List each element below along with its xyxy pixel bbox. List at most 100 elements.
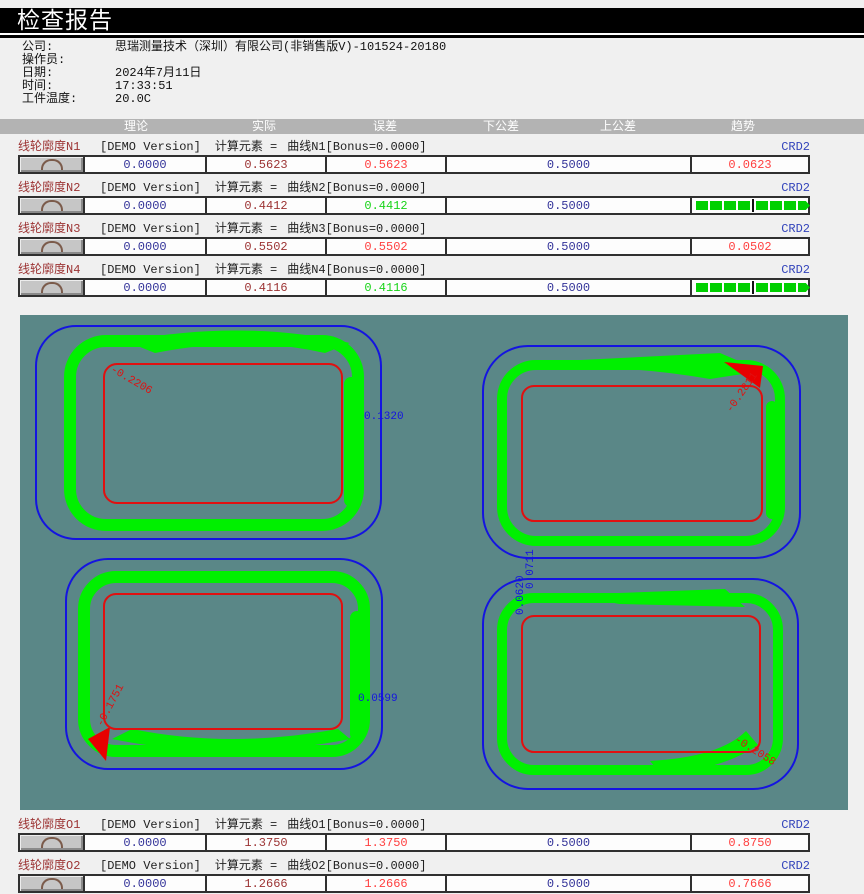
calc-element-label: 计算元素 = — [215, 140, 277, 155]
trend-cell: 0.0623 — [690, 157, 808, 172]
demo-version-tag: [DEMO Version] — [100, 818, 201, 833]
actual-cell: 0.4116 — [205, 280, 325, 295]
report-info-block: 公司:思瑞测量技术（深圳）有限公司(非销售版V)-101524-20180 操作… — [0, 38, 864, 106]
measurement-row-n3: 线轮廓度N3 [DEMO Version] 计算元素 = 曲线N3[Bonus=… — [18, 222, 810, 256]
profile-graph-button[interactable] — [20, 198, 83, 213]
calc-element-value: 曲线O1[Bonus=0.0000] — [287, 818, 426, 833]
page-title: 检查报告 — [0, 8, 113, 35]
measurement-row-o2: 线轮廓度O2 [DEMO Version] 计算元素 = 曲线O2[Bonus=… — [18, 859, 810, 893]
info-company: 公司:思瑞测量技术（深圳）有限公司(非销售版V)-101524-20180 — [22, 41, 864, 54]
calc-element-value: 曲线N4[Bonus=0.0000] — [287, 263, 426, 278]
deviation-band-bulge — [565, 589, 745, 607]
error-cell: 0.5502 — [325, 239, 445, 254]
arc-icon — [41, 200, 63, 211]
trend-bar — [696, 281, 804, 294]
feature-name: 线轮廓度N4 — [18, 263, 100, 278]
feature-name: 线轮廓度O1 — [18, 818, 100, 833]
arc-icon — [41, 241, 63, 252]
feature-name: 线轮廓度N2 — [18, 181, 100, 196]
measurement-row-n4: 线轮廓度N4 [DEMO Version] 计算元素 = 曲线N4[Bonus=… — [18, 263, 810, 297]
profile-graph-svg: -0.2206 0.1320 -0.2811 0.0711 — [20, 315, 848, 810]
error-cell: 0.4116 — [325, 280, 445, 295]
actual-cell: 1.2666 — [205, 876, 325, 891]
nominal-outline — [522, 616, 760, 752]
theory-cell: 0.0000 — [83, 157, 205, 172]
calc-element-value: 曲线N2[Bonus=0.0000] — [287, 181, 426, 196]
calc-element-label: 计算元素 = — [215, 859, 277, 874]
feature-name: 线轮廓度N1 — [18, 140, 100, 155]
arc-icon — [41, 282, 63, 293]
theory-cell: 0.0000 — [83, 835, 205, 850]
profile-panel-top-left: -0.2206 0.1320 — [36, 326, 404, 539]
theory-cell: 0.0000 — [83, 280, 205, 295]
nominal-outline — [104, 594, 342, 729]
company-value: 思瑞测量技术（深圳）有限公司(非销售版V)-101524-20180 — [115, 40, 446, 54]
outer-tolerance-outline — [36, 326, 381, 539]
max-deviation-label: 0.0599 — [358, 693, 398, 705]
feature-name: 线轮廓度O2 — [18, 859, 100, 874]
demo-version-tag: [DEMO Version] — [100, 181, 201, 196]
column-error: 误差 — [373, 120, 397, 134]
profile-graph-button[interactable] — [20, 835, 83, 850]
coord-system-code: CRD2 — [781, 263, 810, 278]
inspection-report-page: 检查报告 公司:思瑞测量技术（深圳）有限公司(非销售版V)-101524-201… — [0, 8, 864, 894]
column-theory: 理论 — [124, 120, 148, 134]
max-deviation-label: 0.1320 — [364, 411, 404, 423]
calc-element-label: 计算元素 = — [215, 181, 277, 196]
trend-bar — [696, 199, 804, 212]
tolerance-cell: 0.5000 — [445, 876, 690, 891]
profile-graph-button[interactable] — [20, 280, 83, 295]
actual-cell: 0.5502 — [205, 239, 325, 254]
actual-cell: 0.4412 — [205, 198, 325, 213]
profile-panel-top-right: -0.2811 0.0711 — [483, 346, 800, 589]
tolerance-cell: 0.5000 — [445, 157, 690, 172]
theory-cell: 0.0000 — [83, 239, 205, 254]
min-deviation-label: -0.1751 — [95, 682, 127, 729]
deviation-band-bulge — [125, 330, 350, 353]
profile-graph-button[interactable] — [20, 876, 83, 891]
profile-panel-bottom-left: -0.1751 0.0599 — [66, 559, 398, 769]
trend-cell: 0.8750 — [690, 835, 808, 850]
measurement-row-n1: 线轮廓度N1 [DEMO Version] 计算元素 = 曲线N1[Bonus=… — [18, 140, 810, 174]
profile-deviation-graph: -0.2206 0.1320 -0.2811 0.0711 — [20, 315, 848, 810]
temperature-value: 20.0C — [115, 92, 151, 106]
column-actual: 实际 — [252, 120, 276, 134]
arc-icon — [41, 878, 63, 889]
min-deviation-label: -0.2206 — [108, 364, 154, 398]
error-cell: 1.3750 — [325, 835, 445, 850]
measurement-row-o1: 线轮廓度O1 [DEMO Version] 计算元素 = 曲线O1[Bonus=… — [18, 818, 810, 852]
profile-graph-button[interactable] — [20, 239, 83, 254]
tolerance-cell: 0.5000 — [445, 280, 690, 295]
trend-cell — [690, 280, 808, 295]
demo-version-tag: [DEMO Version] — [100, 263, 201, 278]
deviation-band-bulge — [350, 611, 364, 741]
calc-element-value: 曲线N3[Bonus=0.0000] — [287, 222, 426, 237]
arc-icon — [41, 837, 63, 848]
deviation-band-bulge — [344, 377, 359, 507]
bottom-measurement-table: 线轮廓度O1 [DEMO Version] 计算元素 = 曲线O1[Bonus=… — [0, 818, 864, 893]
coord-system-code: CRD2 — [781, 859, 810, 874]
error-cell: 1.2666 — [325, 876, 445, 891]
calc-element-label: 计算元素 = — [215, 818, 277, 833]
theory-cell: 0.0000 — [83, 198, 205, 213]
date-value: 2024年7月11日 — [115, 66, 201, 80]
tolerance-cell: 0.5000 — [445, 239, 690, 254]
column-header-bar: 理论 实际 误差 下公差 上公差 趋势 — [0, 119, 864, 134]
profile-graph-button[interactable] — [20, 157, 83, 172]
calc-element-label: 计算元素 = — [215, 222, 277, 237]
column-lower-tol: 下公差 — [483, 120, 519, 134]
min-deviation-label: -0.2811 — [724, 370, 761, 415]
theory-cell: 0.0000 — [83, 876, 205, 891]
actual-cell: 1.3750 — [205, 835, 325, 850]
outer-tolerance-outline — [483, 579, 798, 789]
temperature-label: 工件温度: — [22, 93, 115, 106]
tolerance-cell: 0.5000 — [445, 835, 690, 850]
trend-cell — [690, 198, 808, 213]
time-value: 17:33:51 — [115, 79, 173, 93]
info-temperature: 工件温度:20.0C — [22, 93, 864, 106]
report-title-bar: 检查报告 — [0, 8, 864, 38]
trend-cell: 0.0502 — [690, 239, 808, 254]
calc-element-value: 曲线N1[Bonus=0.0000] — [287, 140, 426, 155]
column-trend: 趋势 — [731, 120, 755, 134]
column-upper-tol: 上公差 — [600, 120, 636, 134]
